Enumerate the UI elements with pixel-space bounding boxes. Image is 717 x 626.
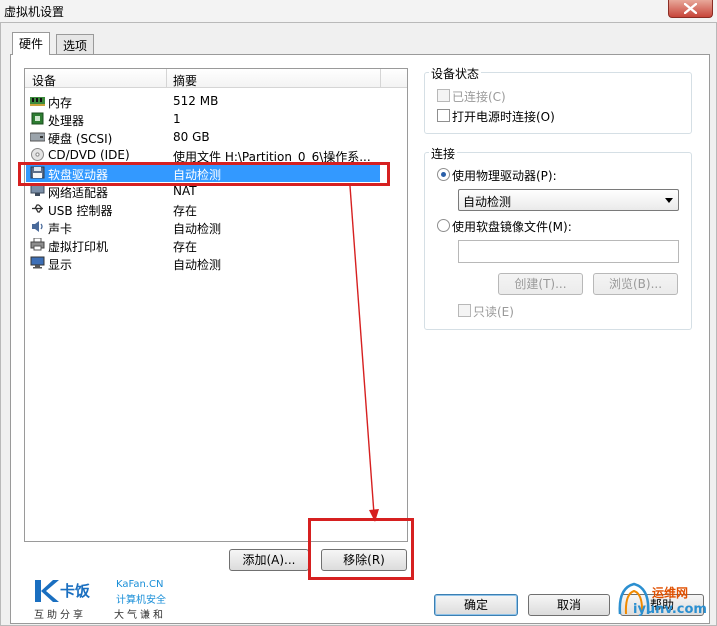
tab-hardware[interactable]: 硬件	[12, 32, 51, 55]
kafan-slogan-2: 大气谦和	[114, 610, 166, 621]
kafan-slogan-1: 互助分享	[34, 610, 86, 621]
yunwei-logo-text: 运维网	[652, 586, 689, 600]
kafan-logo-text: 卡饭	[60, 582, 91, 600]
kafan-domain: KaFan.CN	[116, 579, 164, 590]
yunwei-domain: iyunv.com	[633, 602, 707, 617]
kafan-logo-icon	[35, 580, 59, 602]
annotation-arrow	[349, 185, 379, 522]
kafan-subtitle: 计算机安全	[116, 595, 166, 606]
